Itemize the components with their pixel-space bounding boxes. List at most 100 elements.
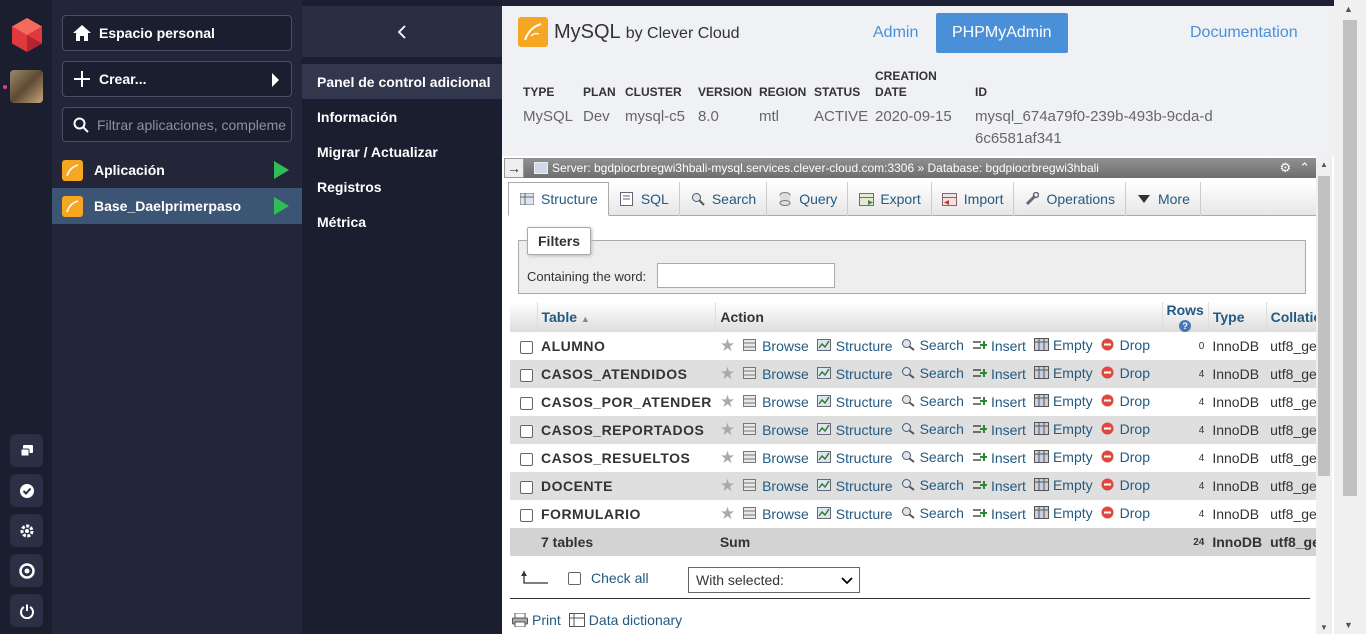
tab-export[interactable]: Export <box>848 182 932 216</box>
action-browse-link[interactable]: Browse <box>743 422 809 438</box>
action-empty-link[interactable]: Empty <box>1033 477 1093 493</box>
table-name-link[interactable]: ALUMNO <box>537 332 716 360</box>
action-insert-link[interactable]: Insert <box>972 450 1026 466</box>
action-structure-link[interactable]: Structure <box>816 478 893 494</box>
menu-item-metrics[interactable]: Métrica <box>302 204 502 239</box>
menu-item-dashboard[interactable]: Panel de control adicional <box>302 64 502 99</box>
action-empty-link[interactable]: Empty <box>1033 393 1093 409</box>
table-name-link[interactable]: CASOS_REPORTADOS <box>537 416 716 444</box>
personal-space-button[interactable]: Espacio personal <box>62 15 292 51</box>
type-column-header[interactable]: Type <box>1208 302 1267 332</box>
tab-more[interactable]: More <box>1126 182 1201 216</box>
row-checkbox[interactable] <box>520 508 533 522</box>
table-name-link[interactable]: CASOS_RESUELTOS <box>537 444 716 472</box>
action-structure-link[interactable]: Structure <box>816 506 893 522</box>
collation-column-header[interactable]: Collation <box>1266 302 1318 332</box>
action-browse-link[interactable]: Browse <box>743 394 809 410</box>
action-browse-link[interactable]: Browse <box>743 450 809 466</box>
app-item-base-daelprimerpaso[interactable]: Base_Daelprimerpaso <box>52 188 302 224</box>
row-checkbox[interactable] <box>520 480 533 494</box>
action-insert-link[interactable]: Insert <box>972 422 1026 438</box>
table-name-link[interactable]: CASOS_ATENDIDOS <box>537 360 716 388</box>
page-scrollbar-thumb[interactable] <box>1343 20 1357 496</box>
rows-column-header[interactable]: Rows? <box>1162 302 1209 332</box>
data-dictionary-link[interactable]: Data dictionary <box>589 612 682 628</box>
with-selected-select[interactable]: With selected: <box>688 567 860 593</box>
star-icon[interactable]: ★ <box>720 448 735 467</box>
menu-item-logs[interactable]: Registros <box>302 169 502 204</box>
action-search-link[interactable]: Search <box>901 505 964 521</box>
action-browse-link[interactable]: Browse <box>743 506 809 522</box>
inner-scrollbar[interactable]: ▲ ▼ <box>1316 156 1332 634</box>
menu-item-migrate[interactable]: Migrar / Actualizar <box>302 134 502 169</box>
help-icon[interactable]: ? <box>1179 319 1192 332</box>
row-checkbox[interactable] <box>520 424 533 438</box>
tab-import[interactable]: Import <box>932 182 1015 216</box>
arrow-right-icon[interactable]: → <box>504 158 524 178</box>
action-drop-link[interactable]: Drop <box>1101 337 1150 353</box>
action-insert-link[interactable]: Insert <box>972 366 1026 382</box>
action-empty-link[interactable]: Empty <box>1033 449 1093 465</box>
clever-cloud-logo-icon[interactable] <box>12 18 42 52</box>
action-browse-link[interactable]: Browse <box>743 366 809 382</box>
row-checkbox[interactable] <box>520 452 533 466</box>
star-icon[interactable]: ★ <box>720 420 735 439</box>
action-drop-link[interactable]: Drop <box>1101 365 1150 381</box>
action-browse-link[interactable]: Browse <box>743 478 809 494</box>
app-item-aplicacion[interactable]: Aplicación <box>52 152 302 188</box>
action-insert-link[interactable]: Insert <box>972 506 1026 522</box>
action-empty-link[interactable]: Empty <box>1033 337 1093 353</box>
action-drop-link[interactable]: Drop <box>1101 449 1150 465</box>
scroll-down-icon[interactable]: ▼ <box>1320 623 1328 632</box>
pma-breadcrumb[interactable]: Server: bgdpiocrbregwi3hbali-mysql.servi… <box>552 161 1099 175</box>
row-checkbox[interactable] <box>520 340 533 354</box>
action-insert-link[interactable]: Insert <box>972 338 1026 354</box>
star-icon[interactable]: ★ <box>720 336 735 355</box>
action-structure-link[interactable]: Structure <box>816 366 893 382</box>
tab-query[interactable]: Query <box>767 182 849 216</box>
nav-phpmyadmin[interactable]: PHPMyAdmin <box>936 13 1068 53</box>
action-empty-link[interactable]: Empty <box>1033 365 1093 381</box>
scroll-up-icon[interactable]: ▲ <box>1320 160 1328 169</box>
check-all-checkbox[interactable] <box>568 571 581 585</box>
action-search-link[interactable]: Search <box>901 449 964 465</box>
action-search-link[interactable]: Search <box>901 337 964 353</box>
tab-structure[interactable]: Structure <box>508 182 609 216</box>
menu-item-information[interactable]: Información <box>302 99 502 134</box>
play-icon[interactable] <box>274 161 289 179</box>
table-name-link[interactable]: FORMULARIO <box>537 500 716 528</box>
create-button[interactable]: Crear... <box>62 61 292 97</box>
star-icon[interactable]: ★ <box>720 476 735 495</box>
action-search-link[interactable]: Search <box>901 365 964 381</box>
action-browse-link[interactable]: Browse <box>743 338 809 354</box>
page-scrollbar[interactable]: ▲ ▼ <box>1334 0 1366 634</box>
check-all-label[interactable]: Check all <box>591 570 649 586</box>
play-icon[interactable] <box>274 197 289 215</box>
power-icon[interactable] <box>10 594 43 627</box>
row-checkbox[interactable] <box>520 368 533 382</box>
chat-icon[interactable] <box>10 434 43 467</box>
avatar[interactable] <box>10 70 43 103</box>
row-checkbox[interactable] <box>520 396 533 410</box>
action-structure-link[interactable]: Structure <box>816 338 893 354</box>
action-search-link[interactable]: Search <box>901 477 964 493</box>
tab-operations[interactable]: Operations <box>1014 182 1126 216</box>
action-insert-link[interactable]: Insert <box>972 478 1026 494</box>
gear-icon[interactable]: ⚙ <box>1279 160 1291 176</box>
collapse-menu-button[interactable] <box>302 6 502 57</box>
filter-word-input[interactable] <box>657 263 835 288</box>
action-drop-link[interactable]: Drop <box>1101 393 1150 409</box>
star-icon[interactable]: ★ <box>720 364 735 383</box>
tab-sql[interactable]: SQL <box>609 182 680 216</box>
action-empty-link[interactable]: Empty <box>1033 505 1093 521</box>
nav-documentation[interactable]: Documentation <box>1190 13 1298 53</box>
action-drop-link[interactable]: Drop <box>1101 421 1150 437</box>
action-structure-link[interactable]: Structure <box>816 450 893 466</box>
table-name-link[interactable]: CASOS_POR_ATENDER <box>537 388 716 416</box>
scroll-down-icon[interactable]: ▼ <box>1344 620 1353 630</box>
print-link[interactable]: Print <box>532 612 561 628</box>
table-column-header[interactable]: Table ▲ <box>537 302 717 332</box>
check-circle-icon[interactable] <box>10 474 43 507</box>
action-search-link[interactable]: Search <box>901 393 964 409</box>
action-insert-link[interactable]: Insert <box>972 394 1026 410</box>
